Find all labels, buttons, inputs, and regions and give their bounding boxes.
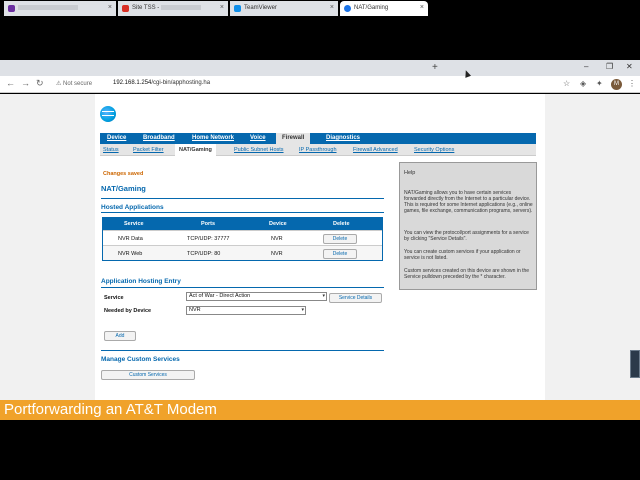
nav-home-network[interactable]: Home Network — [192, 135, 234, 141]
title-divider — [101, 198, 384, 199]
service-details-button[interactable]: Service Details — [329, 293, 382, 303]
side-widget[interactable] — [630, 350, 640, 378]
subnav-status[interactable]: Status — [103, 147, 119, 153]
blurred-tab-title — [18, 5, 78, 10]
subnav-packet-filter[interactable]: Packet Filter — [133, 147, 164, 153]
subnav-public-subnet-hosts[interactable]: Public Subnet Hosts — [234, 147, 284, 153]
service-label: Service — [104, 295, 124, 301]
hosting-entry-heading: Application Hosting Entry — [101, 278, 181, 285]
delete-button[interactable]: Delete — [323, 234, 357, 244]
col-ports: Ports — [201, 221, 216, 227]
entry-divider — [101, 287, 384, 288]
main-nav: Device Broadband Home Network Voice Fire… — [100, 133, 536, 144]
menu-icon[interactable]: ⋮ — [628, 79, 636, 88]
tab-teamviewer[interactable]: TeamViewer × — [230, 1, 338, 16]
add-divider — [101, 350, 384, 351]
new-tab-button[interactable]: + — [432, 62, 438, 73]
globe-icon — [344, 5, 351, 12]
help-paragraph: Custom services created on this device a… — [404, 268, 530, 280]
tab-mail[interactable]: × — [4, 1, 116, 16]
device-value: NVR — [189, 307, 201, 313]
service-value: Act of War - Direct Action — [189, 293, 251, 299]
row-device: NVR — [271, 251, 283, 257]
row-service: NVR Data — [118, 236, 143, 242]
col-service: Service — [124, 221, 144, 227]
close-icon[interactable]: × — [330, 4, 334, 11]
video-frame: × Site TSS - × TeamViewer × NAT/Gaming ×… — [0, 0, 640, 480]
sub-nav: Status Packet Filter NAT/Gaming Public S… — [100, 144, 536, 156]
custom-services-heading: Manage Custom Services — [101, 356, 180, 363]
close-icon[interactable]: × — [420, 4, 424, 11]
tab-site-tss[interactable]: Site TSS - × — [118, 1, 228, 16]
help-paragraph: NAT/Gaming allows you to have certain se… — [404, 190, 533, 214]
nav-device[interactable]: Device — [107, 135, 126, 141]
service-select[interactable]: Act of War - Direct Action ▾ — [186, 292, 327, 301]
not-secure-indicator[interactable]: ⚠ Not secure — [56, 80, 92, 87]
tab-label: TeamViewer — [244, 5, 277, 11]
custom-services-button[interactable]: Custom Services — [101, 370, 195, 380]
nav-firewall[interactable]: Firewall — [276, 133, 311, 144]
table-header: Service Ports Device Delete — [103, 218, 382, 230]
row-ports: TCP/UDP: 37777 — [187, 236, 230, 242]
help-paragraph: You can create custom services if your a… — [404, 249, 521, 261]
extension-icon[interactable]: ◈ — [580, 79, 586, 88]
url-path: /cgi-bin/apphosting.ha — [151, 80, 211, 86]
device-select[interactable]: NVR ▾ — [186, 306, 306, 315]
needed-by-device-label: Needed by Device — [104, 308, 152, 314]
subnav-firewall-advanced[interactable]: Firewall Advanced — [353, 147, 398, 153]
help-paragraph: You can view the protocol/port assignmen… — [404, 230, 529, 242]
close-icon[interactable]: × — [108, 4, 112, 11]
row-service: NVR Web — [118, 251, 143, 257]
puzzle-icon[interactable]: ✦ — [596, 79, 603, 88]
security-label: Not secure — [63, 81, 93, 87]
gmail-icon — [122, 5, 129, 12]
close-window-button[interactable]: ✕ — [626, 62, 633, 71]
chevron-down-icon: ▾ — [301, 307, 304, 313]
forward-icon[interactable]: → — [21, 78, 30, 88]
maximize-button[interactable]: ❐ — [606, 62, 613, 71]
letterbox-bottom — [0, 420, 640, 480]
address-bar-row: ← → ↻ ⚠ Not secure 192.168.1.254/cgi-bin… — [0, 76, 640, 93]
table-row: NVR Data TCP/UDP: 37777 NVR Delete — [103, 230, 382, 245]
mail-icon — [8, 5, 15, 12]
hosted-applications-heading: Hosted Applications — [101, 204, 164, 211]
col-delete: Delete — [333, 221, 350, 227]
add-button[interactable]: Add — [104, 331, 136, 341]
page-title: NAT/Gaming — [101, 184, 146, 193]
chevron-down-icon: ▾ — [322, 293, 325, 299]
hosted-applications-table: Service Ports Device Delete NVR Data TCP… — [102, 217, 383, 261]
subnav-nat-gaming[interactable]: NAT/Gaming — [175, 144, 216, 156]
nav-broadband[interactable]: Broadband — [143, 135, 175, 141]
teamviewer-icon — [234, 5, 241, 12]
caption-text: Portforwarding an AT&T Modem — [4, 401, 217, 418]
tab-strip — [0, 60, 640, 76]
url-field[interactable]: 192.168.1.254/cgi-bin/apphosting.ha — [113, 80, 210, 86]
nav-diagnostics[interactable]: Diagnostics — [326, 135, 360, 141]
url-host: 192.168.1.254 — [113, 80, 152, 86]
close-icon[interactable]: × — [220, 4, 224, 11]
nav-voice[interactable]: Voice — [250, 135, 266, 141]
delete-button[interactable]: Delete — [323, 249, 357, 259]
att-logo-icon — [100, 106, 116, 122]
back-icon[interactable]: ← — [6, 78, 15, 88]
changes-saved-message: Changes saved — [103, 171, 144, 177]
help-title: Help — [404, 170, 416, 176]
subnav-ip-passthrough[interactable]: IP Passthrough — [299, 147, 337, 153]
blurred-tab-title — [160, 5, 201, 10]
tab-label: NAT/Gaming — [354, 5, 389, 11]
tab-label: Site TSS - — [132, 5, 160, 12]
reload-icon[interactable]: ↻ — [36, 78, 44, 89]
col-device: Device — [269, 221, 287, 227]
minimize-button[interactable]: – — [584, 62, 588, 71]
star-icon[interactable]: ☆ — [563, 79, 570, 88]
row-device: NVR — [271, 236, 283, 242]
table-row: NVR Web TCP/UDP: 80 NVR Delete — [103, 245, 382, 260]
row-ports: TCP/UDP: 80 — [187, 251, 221, 257]
tab-nat-gaming[interactable]: NAT/Gaming × — [340, 1, 428, 16]
hosted-divider — [101, 212, 384, 213]
subnav-security-options[interactable]: Security Options — [414, 147, 454, 153]
profile-avatar[interactable]: M — [611, 79, 622, 90]
